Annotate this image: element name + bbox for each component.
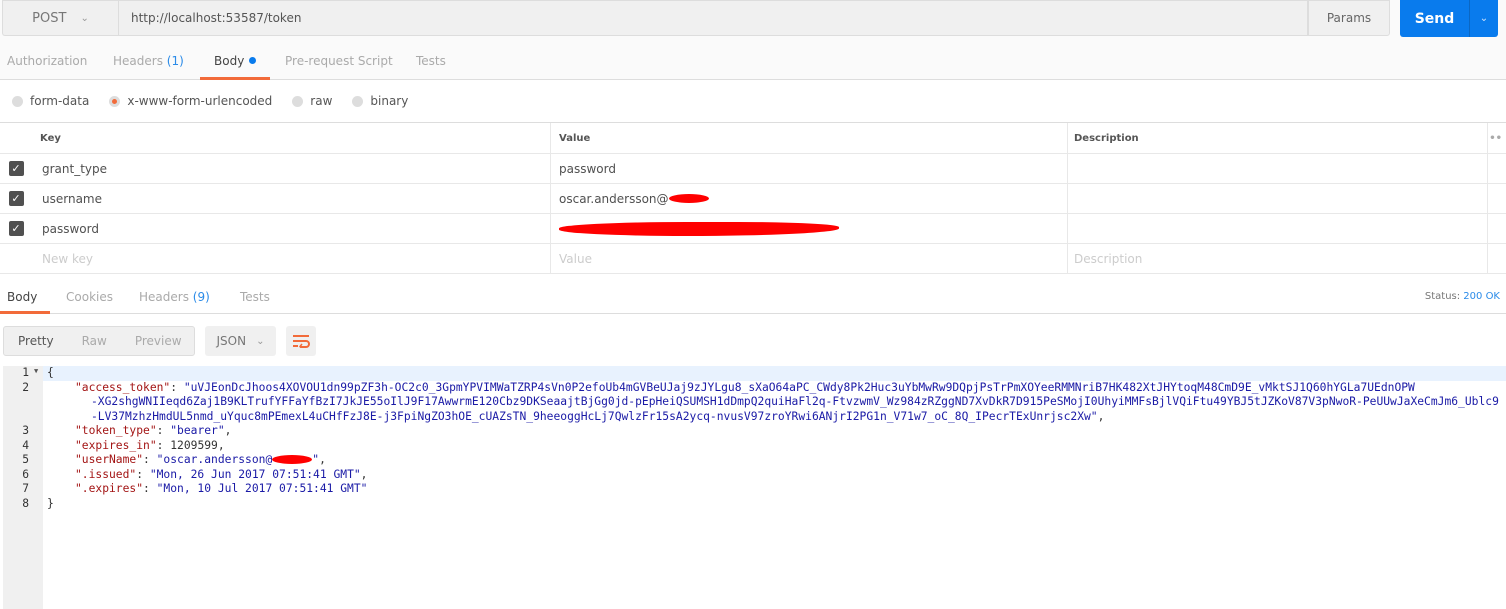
line-expires: ".expires": "Mon, 10 Jul 2017 07:51:41 G… — [75, 482, 368, 495]
url-value: http://localhost:53587/token — [131, 11, 302, 25]
row-checkbox[interactable]: ✓ — [8, 191, 24, 206]
redaction-mark — [559, 221, 839, 236]
value-text: oscar.andersson@ — [559, 191, 669, 206]
access-token-wrap: -LV37MzhzHmdUL5nmd_uYquc8mPEmexL4uCHfFzJ… — [91, 409, 1105, 423]
view-mode-toggle: Pretty Raw Preview — [3, 326, 195, 356]
method-label: POST — [32, 10, 67, 26]
send-button-group: Send ⌄ — [1400, 0, 1498, 37]
table-header: Key Value Description •• — [0, 123, 1506, 154]
radio-icon — [352, 95, 364, 107]
params-table: Key Value Description •• ✓ grant_type pa… — [0, 122, 1506, 274]
response-body-editor[interactable]: 1 2 3 4 5 6 7 8 ▼ { "access_token": "uVJ… — [0, 366, 1506, 609]
params-button[interactable]: Params — [1308, 0, 1390, 36]
active-line-highlight — [43, 366, 1506, 381]
tab-tests[interactable]: Tests — [416, 40, 446, 80]
tab-body[interactable]: Body — [200, 40, 270, 80]
column-description: Description — [1068, 123, 1488, 153]
headers-count: (1) — [166, 54, 184, 68]
more-options-icon[interactable]: •• — [1488, 123, 1506, 153]
line-number: 8 — [22, 496, 29, 510]
value-cell[interactable]: password — [551, 154, 1068, 183]
radio-selected-icon — [109, 95, 121, 107]
raw-button[interactable]: Raw — [68, 334, 121, 348]
tab-response-body[interactable]: Body — [0, 282, 50, 314]
line-number: 6 — [22, 467, 29, 481]
preview-button[interactable]: Preview — [121, 334, 196, 348]
tab-authorization[interactable]: Authorization — [7, 40, 87, 80]
access-token-wrap: -XG2shgWNIIeqd6Zaj1B9KLTrufYFFaYfBzI7JkJ… — [91, 395, 1499, 408]
value-cell[interactable]: oscar.andersson@ — [551, 184, 1068, 213]
key-cell[interactable]: username — [32, 184, 551, 213]
row-checkbox[interactable]: ✓ — [8, 221, 24, 236]
wrap-lines-icon[interactable] — [286, 326, 316, 356]
new-description-input[interactable]: Description — [1068, 244, 1488, 273]
description-cell[interactable] — [1068, 154, 1488, 183]
tab-cookies[interactable]: Cookies — [66, 282, 113, 314]
line-number: 7 — [22, 482, 29, 495]
line-number: 2 — [22, 380, 29, 394]
tab-response-tests[interactable]: Tests — [240, 282, 270, 314]
tab-headers[interactable]: Headers (1) — [113, 40, 184, 80]
response-tabs: Body Cookies Headers (9) Tests — [0, 282, 1506, 314]
radio-icon — [12, 95, 23, 107]
tab-response-headers[interactable]: Headers (9) — [139, 282, 210, 314]
method-select[interactable]: POST ⌄ — [2, 0, 118, 36]
status-code: 200 OK — [1463, 291, 1500, 302]
table-row-new: New key Value Description — [0, 244, 1506, 274]
new-key-input[interactable]: New key — [32, 244, 551, 273]
url-input[interactable]: http://localhost:53587/token — [118, 0, 1308, 36]
radio-form-data[interactable]: form-data — [12, 94, 89, 108]
column-key: Key — [32, 123, 551, 153]
description-cell[interactable] — [1068, 184, 1488, 213]
line-username: "userName": "oscar.andersson@ ", — [75, 453, 326, 466]
send-button[interactable]: Send — [1400, 0, 1469, 37]
key-cell[interactable]: password — [32, 214, 551, 243]
chevron-down-icon: ⌄ — [256, 335, 265, 347]
radio-raw[interactable]: raw — [292, 94, 332, 108]
radio-icon — [292, 95, 304, 107]
radio-x-www-form-urlencoded[interactable]: x-www-form-urlencoded — [109, 94, 272, 108]
line-token-type: "token_type": "bearer", — [75, 424, 232, 437]
description-cell[interactable] — [1068, 214, 1488, 243]
format-select[interactable]: JSON ⌄ — [205, 326, 276, 356]
line-issued: ".issued": "Mon, 26 Jun 2017 07:51:41 GM… — [75, 467, 368, 481]
value-cell[interactable] — [551, 214, 1068, 243]
line-number: 4 — [22, 438, 29, 452]
table-row: ✓ grant_type password — [0, 154, 1506, 184]
status: Status: 200 OK — [1424, 291, 1500, 302]
send-dropdown-chevron-icon[interactable]: ⌄ — [1469, 0, 1498, 37]
table-row: ✓ password — [0, 214, 1506, 244]
table-row: ✓ username oscar.andersson@ — [0, 184, 1506, 214]
pretty-button[interactable]: Pretty — [4, 334, 68, 348]
modified-dot-icon — [249, 57, 257, 64]
request-tabs: Authorization Headers (1) Body Pre-reque… — [0, 40, 1506, 80]
column-value: Value — [551, 123, 1068, 153]
line-expires-in: "expires_in": 1209599, — [75, 438, 225, 452]
redaction-mark — [668, 194, 709, 203]
line-access-token: "access_token": "uVJEonDcJhoos4XOVOU1dn9… — [75, 380, 1415, 394]
brace-close: } — [47, 496, 54, 510]
body-mode-radios: form-data x-www-form-urlencoded raw bina… — [0, 80, 1506, 122]
row-checkbox[interactable]: ✓ — [8, 161, 24, 176]
line-number: 3 — [22, 424, 29, 437]
redaction-mark — [272, 455, 313, 464]
brace-open: { — [47, 366, 54, 379]
fold-arrow-icon[interactable]: ▼ — [34, 367, 38, 375]
key-cell[interactable]: grant_type — [32, 154, 551, 183]
chevron-down-icon: ⌄ — [80, 12, 89, 24]
line-number: 5 — [22, 453, 29, 466]
new-value-input[interactable]: Value — [551, 244, 1068, 273]
tab-pre-request-script[interactable]: Pre-request Script — [285, 40, 393, 80]
radio-binary[interactable]: binary — [352, 94, 408, 108]
